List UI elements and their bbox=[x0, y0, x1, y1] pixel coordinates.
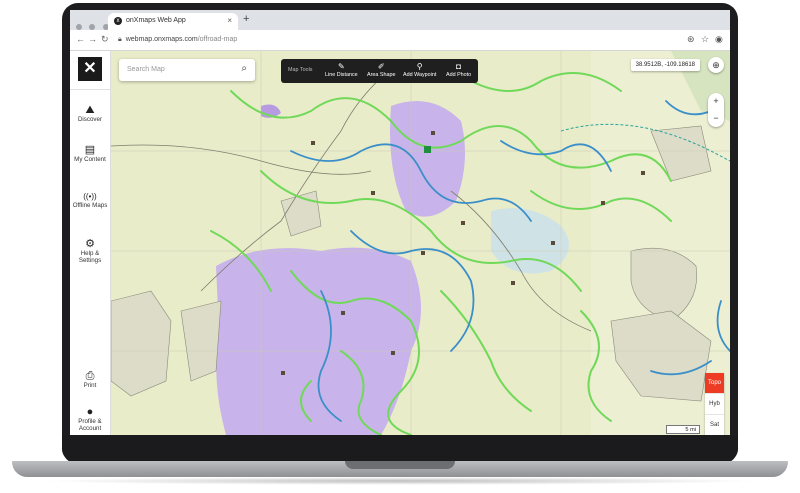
sidebar-item-my-content[interactable]: ▤ My Content bbox=[70, 144, 110, 164]
layer-hybrid-button[interactable]: Hyb bbox=[705, 394, 724, 415]
onx-favicon-icon: x bbox=[114, 17, 122, 25]
sidebar-item-label: Help & Settings bbox=[78, 250, 102, 264]
sidebar-item-label: Print bbox=[83, 382, 97, 389]
tab-bar: x onXmaps Web App × + bbox=[70, 10, 730, 30]
laptop-shadow bbox=[40, 477, 760, 485]
browser-window: x onXmaps Web App × + ← → ↻ 🔒︎ webmap.onx… bbox=[70, 10, 730, 435]
map-scale-bar: 5 mi bbox=[666, 425, 700, 434]
sidebar-item-offline-maps[interactable]: ((•)) Offline Maps bbox=[70, 192, 110, 210]
sidebar-divider bbox=[70, 89, 110, 90]
sidebar-item-label: Profile & Account bbox=[78, 418, 102, 432]
line-distance-button[interactable]: ✎ Line Distance bbox=[325, 62, 358, 78]
search-bar[interactable]: Search Map ⌕ bbox=[119, 59, 255, 81]
zoom-control: + − bbox=[708, 93, 724, 127]
add-photo-button[interactable]: ◘ Add Photo bbox=[446, 62, 471, 78]
printer-icon: ⎙ bbox=[85, 370, 95, 382]
folder-icon: ▤ bbox=[84, 144, 96, 156]
laptop-chin bbox=[62, 435, 738, 461]
layer-topo-button[interactable]: Topo bbox=[705, 373, 724, 394]
tab-close-icon[interactable]: × bbox=[227, 16, 232, 25]
sidebar-item-print[interactable]: ⎙ Print bbox=[70, 370, 110, 390]
tool-label: Area Shape bbox=[367, 72, 396, 78]
shape-pencil-icon: ✐ bbox=[377, 62, 385, 71]
url-domain: webmap.onxmaps.com bbox=[125, 36, 198, 43]
tool-label: Add Photo bbox=[446, 72, 472, 78]
offline-signal-icon: ((•)) bbox=[83, 192, 97, 201]
waypoint-pin-icon: ⚲ bbox=[416, 62, 423, 71]
zoom-in-button[interactable]: + bbox=[708, 93, 724, 110]
camera-icon: ◘ bbox=[456, 62, 462, 71]
topo-map-graphic bbox=[111, 51, 730, 435]
map-tools-header: Map Tools bbox=[288, 67, 313, 73]
browser-tab[interactable]: x onXmaps Web App × bbox=[108, 13, 238, 30]
locate-crosshair-icon: ⊕ bbox=[712, 60, 720, 70]
back-icon[interactable]: ← bbox=[76, 34, 85, 44]
area-shape-button[interactable]: ✐ Area Shape bbox=[367, 62, 395, 78]
sidebar-item-label: Discover bbox=[77, 116, 103, 123]
discover-icon: ⛰ bbox=[85, 104, 95, 116]
coordinate-readout: 38.9512B, -109.18618 bbox=[630, 59, 700, 71]
reload-icon[interactable]: ↻ bbox=[101, 34, 109, 45]
search-input[interactable]: Search Map bbox=[127, 66, 165, 73]
gear-icon: ⚙ bbox=[85, 238, 95, 250]
bookmark-star-icon[interactable]: ☆ bbox=[701, 34, 709, 45]
sidebar-item-profile-account[interactable]: ● Profile & Account bbox=[70, 406, 110, 433]
locate-button[interactable]: ⊕ bbox=[708, 57, 724, 73]
sidebar-item-discover[interactable]: ⛰ Discover bbox=[70, 104, 110, 124]
wilderness-area-north bbox=[390, 101, 465, 217]
url-path: /offroad-map bbox=[197, 36, 238, 43]
avatar-icon: ● bbox=[86, 406, 94, 418]
app-sidebar: ✕ ⛰ Discover ▤ My Content ((•)) Offline … bbox=[70, 51, 111, 435]
layer-satellite-button[interactable]: Sat bbox=[705, 415, 724, 435]
forward-icon[interactable]: → bbox=[88, 34, 97, 44]
sidebar-item-label: Offline Maps bbox=[72, 202, 108, 209]
tab-title: onXmaps Web App bbox=[126, 17, 186, 24]
tool-label: Add Waypoint bbox=[403, 72, 437, 78]
laptop-notch bbox=[345, 461, 455, 469]
sidebar-item-help-settings[interactable]: ⚙ Help & Settings bbox=[70, 238, 110, 265]
map-tools-bar: Map Tools ✎ Line Distance ✐ Area Shape ⚲… bbox=[281, 59, 478, 83]
search-icon[interactable]: ⌕ bbox=[241, 63, 247, 74]
location-indicator-icon[interactable]: ⊛ bbox=[687, 34, 695, 45]
profile-icon[interactable]: ◉ bbox=[715, 34, 723, 45]
add-waypoint-button[interactable]: ⚲ Add Waypoint bbox=[403, 62, 436, 78]
ruler-pencil-icon: ✎ bbox=[337, 62, 345, 71]
url-field[interactable]: 🔒︎ webmap.onxmaps.com/offroad-map bbox=[118, 36, 237, 44]
basemap-layer-switcher: Topo Hyb Sat bbox=[705, 373, 724, 435]
onx-logo[interactable]: ✕ bbox=[78, 57, 102, 81]
tool-label: Line Distance bbox=[325, 72, 358, 78]
map-canvas[interactable]: Search Map ⌕ Map Tools ✎ Line Distance ✐… bbox=[111, 51, 730, 435]
sidebar-item-label: My Content bbox=[74, 156, 106, 163]
lock-icon: 🔒︎ bbox=[118, 36, 122, 43]
new-tab-button[interactable]: + bbox=[243, 13, 249, 25]
zoom-out-button[interactable]: − bbox=[708, 110, 724, 127]
address-bar: ← → ↻ 🔒︎ webmap.onxmaps.com/offroad-map ⊛… bbox=[70, 30, 730, 51]
